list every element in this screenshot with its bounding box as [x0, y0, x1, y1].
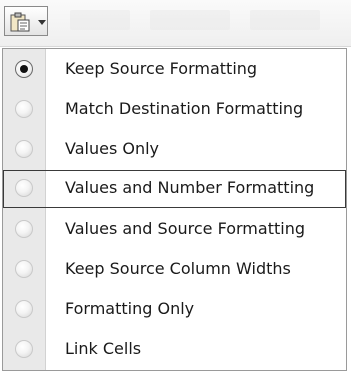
- menu-item-keep-source-column-widths[interactable]: Keep Source Column Widths: [3, 251, 346, 289]
- paste-options-menu: Keep Source Formatting Match Destination…: [2, 48, 347, 371]
- menu-item-values-only[interactable]: Values Only: [3, 131, 346, 169]
- menu-item-label: Formatting Only: [65, 299, 195, 318]
- menu-item-label: Values and Source Formatting: [65, 219, 305, 238]
- menu-item-label: Match Destination Formatting: [65, 99, 304, 118]
- menu-item-label: Values Only: [65, 139, 160, 158]
- radio-icon: [15, 340, 33, 358]
- toolbar: [0, 0, 351, 47]
- chevron-down-icon: [38, 20, 46, 25]
- menu-item-label: Values and Number Formatting: [65, 178, 315, 197]
- paste-options-screen: Keep Source Formatting Match Destination…: [0, 0, 351, 373]
- radio-icon: [15, 100, 33, 118]
- menu-item-label: Link Cells: [65, 339, 142, 358]
- radio-icon: [15, 300, 33, 318]
- radio-icon: [15, 140, 33, 158]
- menu-item-label: Keep Source Formatting: [65, 59, 258, 78]
- paste-options-button[interactable]: [4, 6, 48, 36]
- menu-item-keep-source-formatting[interactable]: Keep Source Formatting: [3, 51, 346, 89]
- radio-icon: [15, 260, 33, 278]
- menu-item-values-and-source-formatting[interactable]: Values and Source Formatting: [3, 211, 346, 249]
- toolbar-placeholder: [70, 10, 130, 30]
- radio-checked-icon: [15, 60, 33, 78]
- radio-icon: [15, 179, 33, 197]
- menu-item-match-destination-formatting[interactable]: Match Destination Formatting: [3, 91, 346, 129]
- menu-item-label: Keep Source Column Widths: [65, 259, 291, 278]
- toolbar-placeholder: [150, 10, 230, 30]
- radio-icon: [15, 220, 33, 238]
- menu-item-formatting-only[interactable]: Formatting Only: [3, 291, 346, 329]
- clipboard-icon: [10, 12, 30, 32]
- toolbar-placeholder: [250, 10, 320, 30]
- menu-item-link-cells[interactable]: Link Cells: [3, 331, 346, 369]
- menu-item-values-and-number-formatting[interactable]: Values and Number Formatting: [3, 170, 346, 208]
